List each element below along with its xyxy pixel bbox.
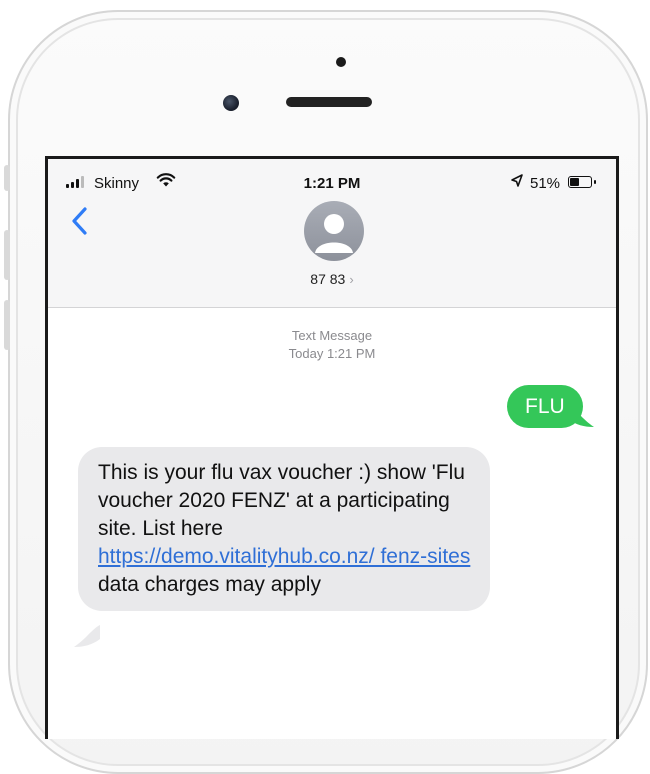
- earpiece-speaker: [286, 97, 372, 107]
- contact-name-button[interactable]: 87 83 ›: [48, 271, 616, 287]
- volume-up-button: [4, 230, 10, 280]
- phone-screen: Skinny 1:21 PM 51% 87 83› Text Message: [45, 156, 619, 739]
- battery-level-fill: [570, 178, 579, 186]
- mute-switch: [4, 165, 10, 191]
- proximity-sensor: [336, 57, 346, 67]
- battery-percentage: 51%: [530, 175, 561, 192]
- battery-nub: [594, 180, 596, 184]
- contact-number: 87 83: [310, 271, 346, 287]
- thread-meta-time: Today 1:21 PM: [288, 346, 376, 361]
- battery-icon: [568, 176, 592, 188]
- front-camera: [223, 95, 239, 111]
- back-chevron-icon[interactable]: [70, 206, 88, 236]
- chevron-right-icon: ›: [349, 272, 354, 287]
- conversation-header: Skinny 1:21 PM 51% 87 83 ›: [48, 159, 616, 308]
- incoming-bubble-tail: [74, 625, 100, 647]
- incoming-message-bubble[interactable]: This is your flu vax voucher :) show 'Fl…: [78, 447, 490, 611]
- contact-avatar-icon[interactable]: [304, 201, 364, 261]
- volume-down-button: [4, 300, 10, 350]
- incoming-message-text-1: This is your flu vax voucher :) show 'Fl…: [98, 461, 465, 540]
- thread-meta-label: Text Message: [291, 328, 373, 343]
- outgoing-bubble-tail: [568, 405, 594, 427]
- voucher-sites-link[interactable]: https://demo.vitalityhub.co.nz/ fenz-sit…: [98, 545, 470, 568]
- location-arrow-icon: [511, 174, 523, 187]
- incoming-message-text-2: data charges may apply: [98, 573, 321, 596]
